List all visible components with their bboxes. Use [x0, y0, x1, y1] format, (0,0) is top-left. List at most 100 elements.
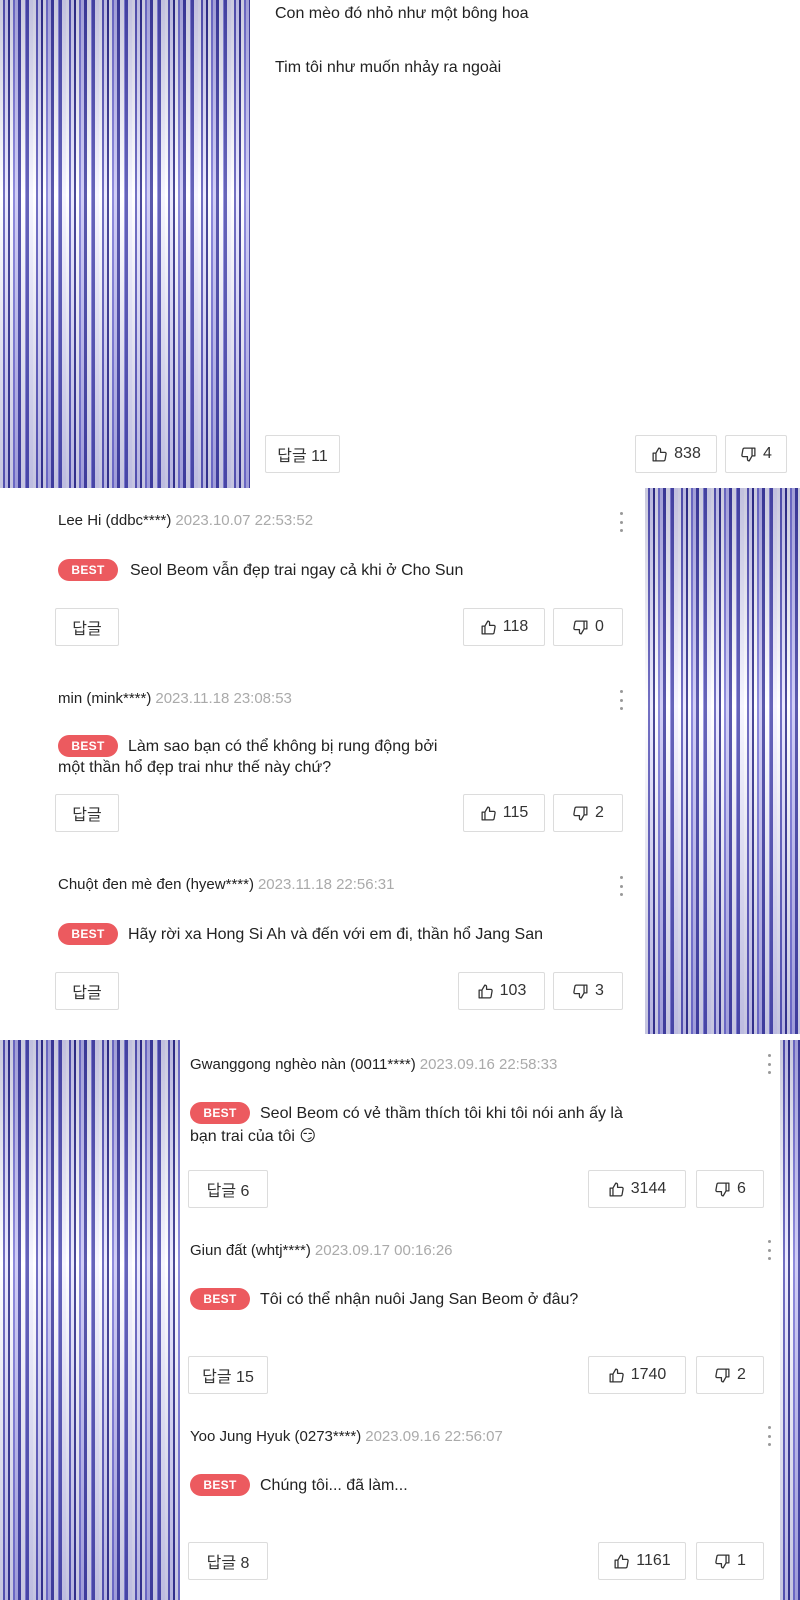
like-count: 118: [502, 618, 529, 635]
reply-button[interactable]: 답글 6: [188, 1170, 268, 1208]
like-count: 103: [499, 982, 527, 999]
more-options-icon[interactable]: [618, 512, 624, 532]
thumbs-up-icon: [478, 983, 493, 999]
comment-text-line: Hãy rời xa Hong Si Ah và đến với em đi, …: [128, 926, 543, 943]
comment-meta: Gwanggong nghèo nàn (0011****) 2023.09.16…: [190, 1056, 557, 1073]
dislike-button[interactable]: 3: [553, 972, 623, 1010]
reply-label: 답글 15: [202, 1369, 254, 1386]
thumbs-down-icon: [573, 983, 588, 999]
like-button[interactable]: 118: [463, 608, 545, 646]
comment-user: Giun đất (whtj****): [190, 1242, 311, 1259]
comment-date: 2023.09.17 00:16:26: [314, 1242, 453, 1259]
dislike-button[interactable]: 6: [696, 1170, 764, 1208]
speedline-background-middle: [645, 488, 800, 1034]
comment-user: Gwanggong nghèo nàn (0011****): [190, 1056, 416, 1073]
speedline-background-bottom-right: [780, 1040, 800, 1600]
comment-date: 2023.09.16 22:58:33: [419, 1056, 558, 1073]
like-button[interactable]: 3144: [588, 1170, 686, 1208]
thumbs-up-icon: [614, 1553, 630, 1569]
more-options-icon[interactable]: [766, 1426, 772, 1446]
reply-button[interactable]: 답글 8: [188, 1542, 268, 1580]
like-count: 838: [674, 445, 701, 462]
comment-user: min (mink****): [58, 690, 152, 707]
dislike-button[interactable]: 2: [696, 1356, 764, 1394]
comment-item: Gwanggong nghèo nàn (0011****) 2023.09.16…: [180, 1040, 780, 1226]
comment-user: Yoo Jung Hyuk (0273****): [190, 1428, 362, 1445]
comment-text-line: Làm sao bạn có thể không bị rung động bở…: [128, 738, 438, 755]
comment-text-line: Seol Beom vẫn đẹp trai ngay cả khi ở Cho…: [130, 562, 464, 579]
best-badge: BEST: [58, 559, 118, 581]
thumbs-up-icon: [609, 1367, 624, 1383]
reply-label: 답글 6: [206, 1183, 250, 1200]
more-options-icon[interactable]: [618, 690, 624, 710]
comment-meta: min (mink****) 2023.11.18 23:08:53: [58, 690, 292, 707]
comment-meta: Yoo Jung Hyuk (0273****) 2023.09.16 22:56…: [190, 1428, 503, 1445]
comment-date: 2023.09.16 22:56:07: [365, 1428, 503, 1445]
dislike-button[interactable]: 1: [696, 1542, 764, 1580]
thumbs-down-icon: [715, 1181, 730, 1197]
like-button[interactable]: 115: [463, 794, 545, 832]
reply-label: 답글 8: [206, 1555, 250, 1572]
reply-button[interactable]: 답글 15: [188, 1356, 268, 1394]
speedline-background-bottom-left: [0, 1040, 180, 1600]
thumbs-down-icon: [573, 805, 588, 821]
reply-label: 답글: [72, 807, 102, 824]
like-count: 115: [502, 804, 529, 821]
best-badge: BEST: [190, 1474, 250, 1496]
comment-date: 2023.10.07 22:53:52: [175, 512, 314, 529]
best-badge: BEST: [190, 1102, 250, 1124]
reply-label: 답글 11: [277, 448, 328, 465]
thumbs-up-icon: [481, 805, 496, 821]
dislike-count: 2: [737, 1366, 746, 1383]
comment-item: min (mink****) 2023.11.18 23:08:53 BEST L…: [30, 668, 645, 858]
like-button[interactable]: 1161: [598, 1542, 686, 1580]
comment-meta: Giun đất (whtj****) 2023.09.17 00:16:26: [190, 1242, 453, 1259]
dislike-count: 6: [737, 1180, 746, 1197]
dislike-count: 4: [763, 445, 772, 462]
comment-item: Giun đất (whtj****) 2023.09.17 00:16:26 B…: [180, 1226, 780, 1412]
dislike-count: 0: [595, 618, 604, 635]
like-button[interactable]: 838: [635, 435, 717, 473]
comment-text-line: một thần hổ đẹp trai như thế này chứ?: [58, 759, 332, 776]
comment-item: Chuột đen mè đen (hyew****) 2023.11.18 22…: [30, 858, 645, 1034]
reply-label: 답글: [72, 621, 102, 638]
more-options-icon[interactable]: [766, 1054, 772, 1074]
dislike-button[interactable]: 2: [553, 794, 623, 832]
thumbs-up-icon: [652, 446, 667, 462]
like-count: 1740: [630, 1366, 667, 1383]
comment-text-line: bạn trai của tôi 😏: [190, 1128, 317, 1145]
thumbs-up-icon: [609, 1181, 624, 1197]
dislike-button[interactable]: 4: [725, 435, 787, 473]
comment-user: Lee Hi (ddbc****): [58, 512, 172, 529]
reply-label: 답글: [72, 985, 102, 1002]
reply-button[interactable]: 답글: [55, 972, 119, 1010]
reply-button[interactable]: 답글 11: [265, 435, 340, 473]
comment-text: Seol Beom vẫn đẹp trai ngay cả khi ở Cho…: [130, 559, 463, 582]
like-button[interactable]: 103: [458, 972, 545, 1010]
like-count: 1161: [636, 1552, 671, 1569]
comment-text-line: Tôi có thể nhận nuôi Jang San Beom ở đâu…: [260, 1291, 579, 1308]
comment-item: Lee Hi (ddbc****) 2023.10.07 22:53:52 BES…: [30, 488, 645, 668]
dislike-button[interactable]: 0: [553, 608, 623, 646]
comment-user: Chuột đen mè đen (hyew****): [58, 876, 254, 893]
thumbs-down-icon: [741, 446, 756, 462]
reply-button[interactable]: 답글: [55, 608, 119, 646]
more-options-icon[interactable]: [766, 1240, 772, 1260]
post-line-2: Tim tôi như muốn nhảy ra ngoài: [275, 59, 502, 76]
best-badge: BEST: [58, 735, 118, 757]
speedline-background-top: [0, 0, 250, 488]
post-line-1: Con mèo đó nhỏ như một bông hoa: [275, 5, 529, 22]
reply-button[interactable]: 답글: [55, 794, 119, 832]
comment-text-line: Seol Beom có vẻ thầm thích tôi khi tôi n…: [260, 1105, 623, 1122]
best-badge: BEST: [190, 1288, 250, 1310]
dislike-count: 3: [595, 982, 604, 999]
like-button[interactable]: 1740: [588, 1356, 686, 1394]
bottom-comment-panel: Gwanggong nghèo nàn (0011****) 2023.09.16…: [180, 1040, 780, 1600]
comment-meta: Lee Hi (ddbc****) 2023.10.07 22:53:52: [58, 512, 313, 529]
more-options-icon[interactable]: [618, 876, 624, 896]
thumbs-down-icon: [715, 1553, 730, 1569]
dislike-count: 2: [595, 804, 604, 821]
thumbs-up-icon: [481, 619, 496, 635]
comment-date: 2023.11.18 23:08:53: [155, 690, 292, 707]
comment-date: 2023.11.18 22:56:31: [257, 876, 395, 893]
